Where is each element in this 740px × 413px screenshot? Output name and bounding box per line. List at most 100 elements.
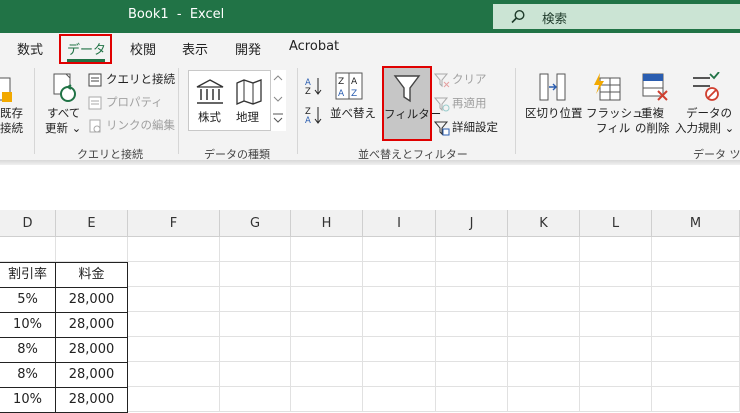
cell[interactable] bbox=[128, 262, 220, 287]
cell[interactable] bbox=[580, 312, 652, 337]
cell[interactable] bbox=[363, 287, 436, 312]
table-cell[interactable]: 28,000 bbox=[55, 287, 128, 313]
data-validation-label-2[interactable]: 入力規則 ⌄ bbox=[675, 121, 734, 136]
sort-button[interactable]: 並べ替え bbox=[330, 106, 376, 121]
cell[interactable] bbox=[291, 237, 363, 262]
cell[interactable] bbox=[436, 262, 508, 287]
cell[interactable] bbox=[128, 362, 220, 387]
column-header-i[interactable]: I bbox=[363, 210, 436, 237]
cell[interactable] bbox=[436, 337, 508, 362]
existing-connections-label-2[interactable]: 接続 bbox=[0, 121, 23, 136]
cell[interactable] bbox=[0, 237, 56, 262]
column-header-k[interactable]: K bbox=[508, 210, 580, 237]
refresh-all-label-1[interactable]: すべて bbox=[47, 106, 80, 121]
cell[interactable] bbox=[220, 262, 291, 287]
cell[interactable] bbox=[128, 312, 220, 337]
remove-duplicates-label-2[interactable]: の削除 bbox=[635, 121, 670, 136]
cell[interactable] bbox=[363, 362, 436, 387]
cell[interactable] bbox=[363, 262, 436, 287]
cell[interactable] bbox=[652, 362, 740, 387]
cell[interactable] bbox=[580, 262, 652, 287]
cell[interactable] bbox=[652, 262, 740, 287]
cell[interactable] bbox=[508, 312, 580, 337]
table-header-cell[interactable]: 料金 bbox=[55, 262, 128, 288]
stocks-button[interactable]: 株式 bbox=[198, 110, 221, 125]
cell[interactable] bbox=[56, 237, 128, 262]
cell[interactable] bbox=[508, 287, 580, 312]
cell[interactable] bbox=[363, 237, 436, 262]
cell[interactable] bbox=[652, 287, 740, 312]
column-header-h[interactable]: H bbox=[291, 210, 363, 237]
cell[interactable] bbox=[220, 362, 291, 387]
queries-connections-button[interactable]: クエリと接続 bbox=[106, 72, 175, 87]
data-validation-label-1[interactable]: データの bbox=[686, 106, 732, 121]
cell[interactable] bbox=[220, 237, 291, 262]
table-cell[interactable]: 28,000 bbox=[55, 312, 128, 338]
table-cell[interactable]: 5% bbox=[0, 287, 57, 313]
geography-button[interactable]: 地理 bbox=[236, 110, 259, 125]
remove-duplicates-label-1[interactable]: 重複 bbox=[641, 106, 664, 121]
properties-button[interactable]: プロパティ bbox=[106, 95, 163, 110]
cell[interactable] bbox=[291, 287, 363, 312]
cell[interactable] bbox=[220, 287, 291, 312]
cell[interactable] bbox=[363, 337, 436, 362]
data-types-scroll[interactable] bbox=[270, 70, 286, 131]
tab-review[interactable]: 校閲 bbox=[130, 39, 156, 58]
flash-fill-label-2[interactable]: フィル bbox=[596, 121, 630, 136]
cell[interactable] bbox=[291, 337, 363, 362]
cell[interactable] bbox=[580, 237, 652, 262]
cell[interactable] bbox=[652, 337, 740, 362]
cell[interactable] bbox=[580, 362, 652, 387]
cell[interactable] bbox=[436, 237, 508, 262]
cell[interactable] bbox=[436, 362, 508, 387]
flash-fill-label-1[interactable]: フラッシュ bbox=[586, 106, 644, 121]
table-cell[interactable]: 28,000 bbox=[55, 362, 128, 388]
tab-formulas[interactable]: 数式 bbox=[17, 39, 43, 58]
table-header-cell[interactable]: 割引率 bbox=[0, 262, 57, 288]
existing-connections-label-1[interactable]: 既存 bbox=[0, 106, 23, 121]
column-header-e[interactable]: E bbox=[56, 210, 128, 237]
cell[interactable] bbox=[652, 237, 740, 262]
cell[interactable] bbox=[220, 312, 291, 337]
cell[interactable] bbox=[508, 337, 580, 362]
cell[interactable] bbox=[291, 312, 363, 337]
search-box[interactable]: 検索 bbox=[493, 4, 740, 29]
table-cell[interactable]: 8% bbox=[0, 362, 57, 388]
cell[interactable] bbox=[128, 337, 220, 362]
table-cell[interactable]: 28,000 bbox=[55, 337, 128, 363]
text-to-columns-button[interactable]: 区切り位置 bbox=[525, 106, 583, 121]
cell[interactable] bbox=[508, 237, 580, 262]
cell[interactable] bbox=[291, 262, 363, 287]
table-cell[interactable]: 28,000 bbox=[55, 387, 128, 413]
cell[interactable] bbox=[363, 312, 436, 337]
column-header-g[interactable]: G bbox=[220, 210, 291, 237]
column-header-j[interactable]: J bbox=[436, 210, 508, 237]
reapply-button[interactable]: 再適用 bbox=[452, 96, 487, 111]
cell[interactable] bbox=[580, 287, 652, 312]
tab-view[interactable]: 表示 bbox=[182, 39, 208, 58]
table-cell[interactable]: 10% bbox=[0, 312, 57, 338]
cell[interactable] bbox=[220, 337, 291, 362]
tab-acrobat[interactable]: Acrobat bbox=[289, 39, 339, 54]
cell[interactable] bbox=[580, 337, 652, 362]
cell[interactable] bbox=[508, 362, 580, 387]
column-header-m[interactable]: M bbox=[652, 210, 740, 237]
column-header-f[interactable]: F bbox=[128, 210, 220, 237]
refresh-all-label-2[interactable]: 更新 ⌄ bbox=[45, 121, 81, 136]
cell[interactable] bbox=[508, 262, 580, 287]
tab-developer[interactable]: 開発 bbox=[235, 39, 261, 58]
cell[interactable] bbox=[436, 312, 508, 337]
table-cell[interactable]: 8% bbox=[0, 337, 57, 363]
cell[interactable] bbox=[652, 312, 740, 337]
cell[interactable] bbox=[128, 287, 220, 312]
group-separator bbox=[515, 68, 516, 154]
column-header-l[interactable]: L bbox=[580, 210, 652, 237]
edit-links-button[interactable]: リンクの編集 bbox=[106, 118, 175, 133]
cell[interactable] bbox=[291, 362, 363, 387]
advanced-button[interactable]: 詳細設定 bbox=[452, 120, 498, 135]
cell[interactable] bbox=[128, 237, 220, 262]
table-cell[interactable]: 10% bbox=[0, 387, 57, 413]
cell[interactable] bbox=[436, 287, 508, 312]
column-header-d[interactable]: D bbox=[0, 210, 56, 237]
clear-button[interactable]: クリア bbox=[452, 72, 487, 87]
